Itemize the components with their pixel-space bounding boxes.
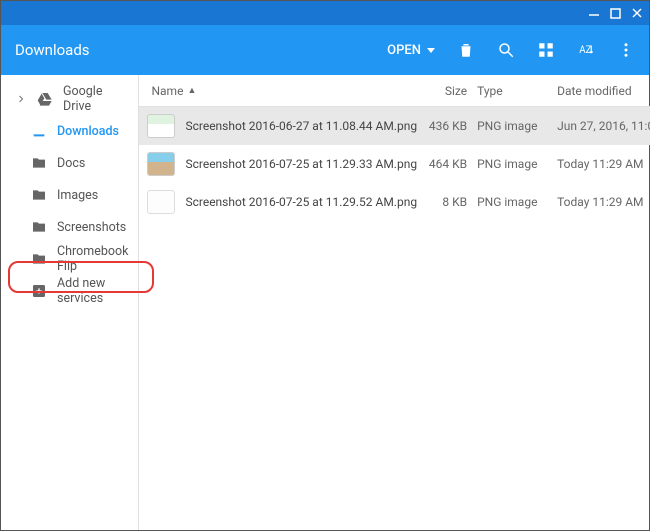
sidebar-item-add-services[interactable]: Add new services [1, 275, 138, 307]
column-name[interactable]: Name ▲ [139, 84, 417, 98]
column-size[interactable]: Size [417, 84, 477, 98]
sort-icon[interactable]: AZ [577, 41, 595, 59]
file-type: PNG image [477, 195, 557, 209]
minimize-icon[interactable] [588, 7, 600, 19]
file-name: Screenshot 2016-06-27 at 11.08.44 AM.png [185, 119, 417, 133]
file-row[interactable]: Screenshot 2016-07-25 at 11.29.52 AM.png… [139, 183, 650, 221]
file-thumbnail [147, 114, 175, 138]
file-name: Screenshot 2016-07-25 at 11.29.52 AM.png [185, 195, 417, 209]
sidebar-item-label: Google Drive [63, 84, 128, 114]
page-title: Downloads [15, 41, 387, 59]
grid-view-icon[interactable] [537, 41, 555, 59]
sidebar-item-docs[interactable]: Docs [1, 147, 138, 179]
file-thumbnail [147, 152, 175, 176]
add-box-icon [31, 283, 47, 299]
sidebar-item-label: Add new services [57, 276, 128, 306]
sidebar-item-screenshots[interactable]: Screenshots [1, 211, 138, 243]
file-date: Jun 27, 2016, 11:08 AM [557, 119, 650, 133]
column-date[interactable]: Date modified [557, 84, 650, 98]
folder-icon [31, 155, 47, 171]
file-size: 436 KB [417, 119, 477, 133]
file-name: Screenshot 2016-07-25 at 11.29.33 AM.png [185, 157, 417, 171]
download-icon [31, 123, 47, 139]
window-titlebar [1, 1, 649, 25]
search-icon[interactable] [497, 41, 515, 59]
column-header-row: Name ▲ Size Type Date modified [139, 75, 650, 107]
sort-asc-icon: ▲ [187, 85, 196, 96]
sidebar-item-google-drive[interactable]: Google Drive [1, 83, 138, 115]
file-list: Name ▲ Size Type Date modified Screensho… [138, 75, 650, 530]
file-date: Today 11:29 AM [557, 195, 650, 209]
sidebar: Google Drive Downloads Docs Images Scree… [1, 75, 138, 530]
file-thumbnail [147, 190, 175, 214]
file-size: 464 KB [417, 157, 477, 171]
file-date: Today 11:29 AM [557, 157, 650, 171]
chevron-right-icon [15, 91, 27, 107]
sidebar-item-label: Chromebook Flip [57, 244, 128, 274]
sidebar-item-label: Docs [57, 156, 85, 171]
svg-text:AZ: AZ [579, 45, 591, 56]
sidebar-item-label: Downloads [57, 124, 119, 139]
sidebar-item-images[interactable]: Images [1, 179, 138, 211]
file-size: 8 KB [417, 195, 477, 209]
sidebar-item-label: Images [57, 188, 98, 203]
open-button[interactable]: OPEN [387, 43, 435, 58]
file-row[interactable]: Screenshot 2016-06-27 at 11.08.44 AM.png… [139, 107, 650, 145]
maximize-icon[interactable] [610, 8, 621, 19]
close-icon[interactable] [631, 7, 643, 19]
delete-icon[interactable] [457, 41, 475, 59]
open-label: OPEN [387, 43, 421, 58]
file-type: PNG image [477, 157, 557, 171]
google-drive-icon [37, 91, 53, 107]
column-type[interactable]: Type [477, 84, 557, 98]
more-icon[interactable] [617, 41, 635, 59]
sidebar-item-downloads[interactable]: Downloads [1, 115, 138, 147]
sidebar-item-label: Screenshots [57, 220, 126, 235]
file-type: PNG image [477, 119, 557, 133]
folder-icon [31, 251, 47, 267]
folder-icon [31, 187, 47, 203]
toolbar: Downloads OPEN AZ [1, 25, 649, 75]
file-row[interactable]: Screenshot 2016-07-25 at 11.29.33 AM.png… [139, 145, 650, 183]
folder-icon [31, 219, 47, 235]
chevron-down-icon [427, 48, 435, 53]
sidebar-item-chromebook-flip[interactable]: Chromebook Flip [1, 243, 138, 275]
